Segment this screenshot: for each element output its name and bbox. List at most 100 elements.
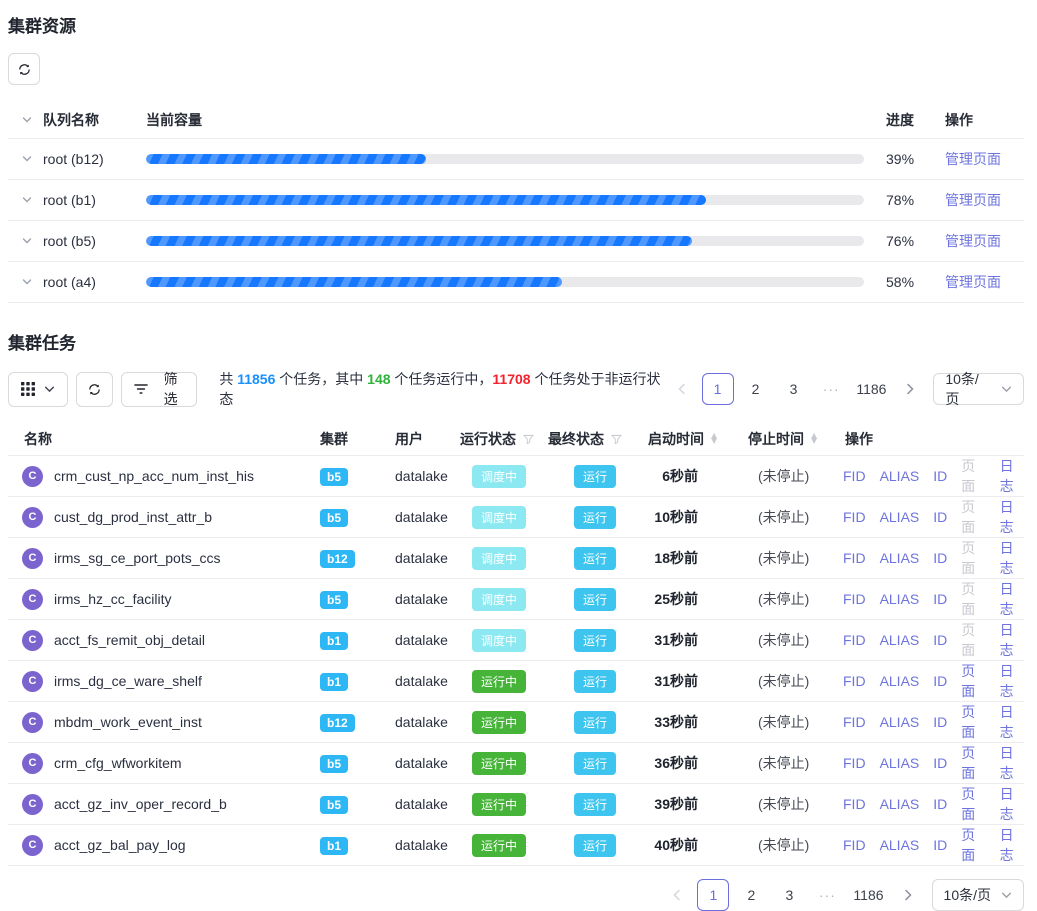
manage-page-link[interactable]: 管理页面 bbox=[945, 274, 1001, 290]
queue-row: root (b12) 39% 管理页面 bbox=[8, 139, 1024, 180]
alias-link[interactable]: ALIAS bbox=[880, 591, 920, 607]
last-page-button[interactable]: 1186 bbox=[853, 373, 890, 405]
expand-queue-icon[interactable] bbox=[21, 153, 33, 165]
id-link[interactable]: ID bbox=[933, 550, 947, 566]
start-time: 31秒前 bbox=[640, 630, 740, 650]
page-2-button[interactable]: 2 bbox=[735, 879, 767, 911]
last-page-button[interactable]: 1186 bbox=[849, 879, 887, 911]
alias-link[interactable]: ALIAS bbox=[880, 632, 920, 648]
expand-queue-icon[interactable] bbox=[21, 276, 33, 288]
log-link[interactable]: 日志 bbox=[1000, 538, 1024, 578]
log-link[interactable]: 日志 bbox=[1000, 456, 1024, 496]
prev-page-button[interactable] bbox=[668, 373, 695, 405]
fid-link[interactable]: FID bbox=[843, 796, 866, 812]
manage-page-link[interactable]: 管理页面 bbox=[945, 233, 1001, 249]
id-link[interactable]: ID bbox=[933, 837, 947, 853]
page-link[interactable]: 页面 bbox=[961, 538, 985, 578]
tasks-refresh-button[interactable] bbox=[76, 372, 113, 407]
pagination-ellipsis[interactable]: ··· bbox=[816, 381, 847, 397]
fid-link[interactable]: FID bbox=[843, 509, 866, 525]
page-link[interactable]: 页面 bbox=[961, 456, 985, 496]
id-link[interactable]: ID bbox=[933, 755, 947, 771]
page-link[interactable]: 页面 bbox=[961, 497, 985, 537]
running-count: 148 bbox=[367, 371, 390, 387]
page-link[interactable]: 页面 bbox=[961, 579, 985, 619]
page-link[interactable]: 页面 bbox=[961, 743, 985, 783]
log-link[interactable]: 日志 bbox=[1000, 743, 1024, 783]
queue-name: root (b1) bbox=[43, 192, 96, 208]
chevron-left-icon bbox=[677, 383, 687, 395]
next-page-button[interactable] bbox=[896, 373, 923, 405]
alias-link[interactable]: ALIAS bbox=[880, 550, 920, 566]
id-link[interactable]: ID bbox=[933, 509, 947, 525]
alias-link[interactable]: ALIAS bbox=[880, 714, 920, 730]
start-time: 6秒前 bbox=[640, 466, 740, 486]
log-link[interactable]: 日志 bbox=[1000, 497, 1024, 537]
fid-link[interactable]: FID bbox=[843, 673, 866, 689]
expand-queue-icon[interactable] bbox=[21, 235, 33, 247]
fid-link[interactable]: FID bbox=[843, 755, 866, 771]
fid-link[interactable]: FID bbox=[843, 591, 866, 607]
page-link[interactable]: 页面 bbox=[961, 825, 985, 865]
fid-link[interactable]: FID bbox=[843, 837, 866, 853]
capacity-progressbar bbox=[146, 154, 864, 164]
run-status-badge: 调度中 bbox=[472, 465, 526, 488]
task-row: C acct_gz_bal_pay_log b1 datalake 运行中 运行… bbox=[8, 825, 1024, 866]
log-link[interactable]: 日志 bbox=[1000, 620, 1024, 660]
log-link[interactable]: 日志 bbox=[1000, 784, 1024, 824]
page-1-button[interactable]: 1 bbox=[702, 373, 734, 405]
fid-link[interactable]: FID bbox=[843, 632, 866, 648]
fid-link[interactable]: FID bbox=[843, 714, 866, 730]
id-link[interactable]: ID bbox=[933, 591, 947, 607]
pagination-ellipsis[interactable]: ··· bbox=[811, 887, 843, 903]
log-link[interactable]: 日志 bbox=[1000, 825, 1024, 865]
page-link[interactable]: 页面 bbox=[961, 784, 985, 824]
task-avatar: C bbox=[22, 630, 43, 651]
alias-link[interactable]: ALIAS bbox=[880, 468, 920, 484]
resources-title: 集群资源 bbox=[8, 0, 1024, 37]
log-link[interactable]: 日志 bbox=[1000, 661, 1024, 701]
alias-link[interactable]: ALIAS bbox=[880, 673, 920, 689]
page-3-button[interactable]: 3 bbox=[773, 879, 805, 911]
alias-link[interactable]: ALIAS bbox=[880, 837, 920, 853]
id-link[interactable]: ID bbox=[933, 673, 947, 689]
filter-button[interactable]: 筛选 bbox=[121, 372, 197, 407]
page-2-button[interactable]: 2 bbox=[740, 373, 772, 405]
next-page-button[interactable] bbox=[894, 879, 922, 911]
resources-refresh-button[interactable] bbox=[8, 53, 40, 85]
cluster-tag: b12 bbox=[320, 714, 355, 732]
final-status-badge: 运行 bbox=[574, 670, 616, 693]
page-size-select[interactable]: 10条/页 bbox=[932, 879, 1024, 911]
prev-page-button[interactable] bbox=[663, 879, 691, 911]
id-link[interactable]: ID bbox=[933, 632, 947, 648]
stop-time-sorter-icon[interactable]: ▲▼ bbox=[811, 434, 817, 444]
start-time-sorter-icon[interactable]: ▲▼ bbox=[711, 434, 717, 444]
page-link[interactable]: 页面 bbox=[961, 702, 985, 742]
page-link[interactable]: 页面 bbox=[961, 620, 985, 660]
log-link[interactable]: 日志 bbox=[1000, 702, 1024, 742]
stop-time: (未停止) bbox=[740, 589, 830, 609]
page-link[interactable]: 页面 bbox=[961, 661, 985, 701]
page-3-button[interactable]: 3 bbox=[778, 373, 810, 405]
id-link[interactable]: ID bbox=[933, 468, 947, 484]
manage-page-link[interactable]: 管理页面 bbox=[945, 151, 1001, 167]
manage-page-link[interactable]: 管理页面 bbox=[945, 192, 1001, 208]
run-status-filter-icon[interactable] bbox=[523, 434, 534, 445]
task-row: C irms_dg_ce_ware_shelf b1 datalake 运行中 … bbox=[8, 661, 1024, 702]
stop-time: (未停止) bbox=[740, 507, 830, 527]
collapse-all-icon[interactable] bbox=[21, 114, 33, 126]
id-link[interactable]: ID bbox=[933, 796, 947, 812]
alias-link[interactable]: ALIAS bbox=[880, 755, 920, 771]
fid-link[interactable]: FID bbox=[843, 550, 866, 566]
alias-link[interactable]: ALIAS bbox=[880, 796, 920, 812]
alias-link[interactable]: ALIAS bbox=[880, 509, 920, 525]
fid-link[interactable]: FID bbox=[843, 468, 866, 484]
id-link[interactable]: ID bbox=[933, 714, 947, 730]
task-actions: FID ALIAS ID 页面 日志 bbox=[830, 743, 1024, 783]
log-link[interactable]: 日志 bbox=[1000, 579, 1024, 619]
expand-queue-icon[interactable] bbox=[21, 194, 33, 206]
final-status-filter-icon[interactable] bbox=[611, 434, 622, 445]
page-1-button[interactable]: 1 bbox=[697, 879, 729, 911]
page-size-select[interactable]: 10条/页 bbox=[933, 373, 1024, 405]
column-settings-button[interactable] bbox=[8, 372, 68, 407]
